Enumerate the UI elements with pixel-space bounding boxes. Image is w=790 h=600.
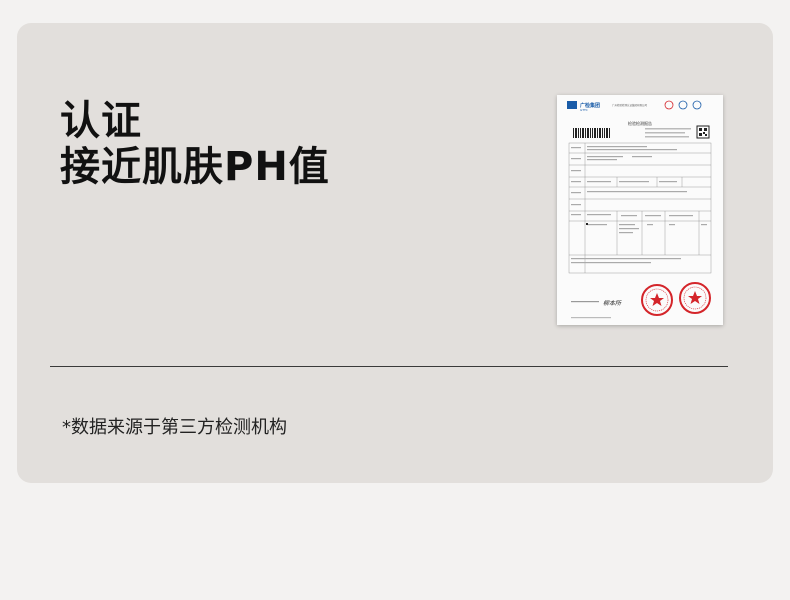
- report-title: 检验检测报告: [628, 121, 652, 126]
- test-report-image: 广检集团 GTTC 广州检验检测认证集团有限公司 检验检测报告 柳本所: [557, 95, 723, 325]
- ilac-mark-icon: [692, 100, 702, 110]
- cnas-mark-icon: [678, 100, 688, 110]
- org-logo-icon: [567, 101, 577, 109]
- headline-line-1: 认证: [60, 98, 142, 144]
- report-graphic: [567, 100, 712, 319]
- red-seal-stamp-icon: [679, 282, 711, 314]
- report-signature: 柳本所: [603, 300, 622, 307]
- headline-line-2: 接近肌肤PH值: [60, 144, 330, 190]
- report-org-line: 广州检验检测认证集团有限公司: [612, 104, 648, 107]
- barcode-icon: [573, 128, 610, 138]
- headline: 认证 接近肌肤PH值: [60, 98, 330, 190]
- divider: [50, 366, 728, 367]
- data-source-note: *数据来源于第三方检测机构: [62, 417, 287, 438]
- red-seal-stamp-icon: [641, 284, 673, 316]
- report-table: [568, 142, 712, 274]
- cma-mark-icon: [664, 100, 674, 110]
- report-org-sub: GTTC: [580, 108, 588, 112]
- qr-code-icon: [696, 125, 710, 139]
